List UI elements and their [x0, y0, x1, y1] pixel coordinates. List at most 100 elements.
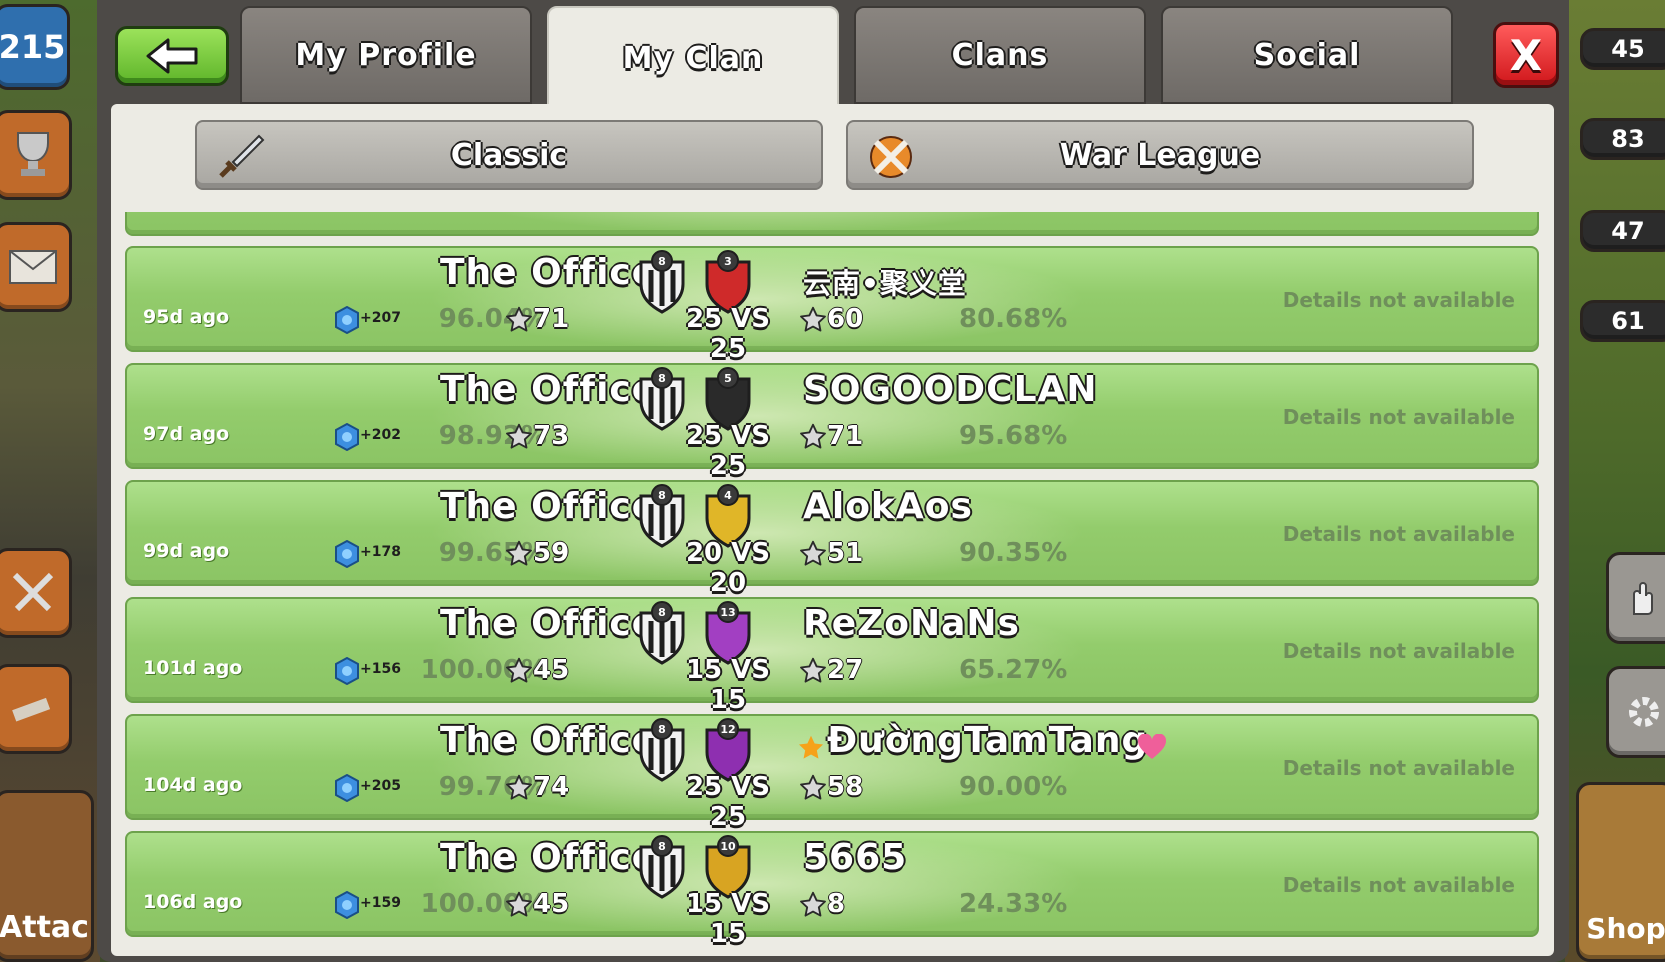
- war-age: 97d ago: [143, 423, 230, 445]
- opponent-stars: 60: [827, 304, 864, 334]
- svg-text:8: 8: [658, 372, 666, 385]
- tab-label: My Clan: [622, 40, 764, 76]
- opponent-clan-badge-icon: 10: [701, 835, 755, 899]
- close-icon: X: [1509, 30, 1543, 80]
- shop-button[interactable]: Shop: [1576, 782, 1665, 962]
- our-clan-badge-icon: 8: [635, 250, 689, 314]
- shop-label: Shop: [1586, 912, 1665, 945]
- war-size: 25 VS 25: [685, 304, 771, 364]
- trophy-count: 215: [0, 28, 66, 66]
- clan-xp-icon: [335, 891, 359, 919]
- builder-button[interactable]: [0, 664, 72, 754]
- our-clan-badge-icon: 8: [635, 601, 689, 665]
- our-clan-badge-icon: 8: [635, 367, 689, 431]
- our-clan-name: The Office: [440, 720, 658, 761]
- back-button[interactable]: [115, 26, 229, 86]
- attack-swords-button[interactable]: [0, 548, 72, 638]
- opponent-stars: 8: [827, 889, 846, 919]
- tab-my-clan[interactable]: My Clan: [547, 6, 839, 110]
- clan-xp-gained: +202: [360, 427, 401, 443]
- war-age: 95d ago: [143, 306, 230, 328]
- crossed-swords-icon: [12, 572, 54, 612]
- resource-value: 45: [1611, 35, 1645, 63]
- opponent-stars: 27: [827, 655, 864, 685]
- star-icon: [799, 657, 827, 689]
- war-size: 20 VS 20: [685, 538, 771, 598]
- mail-icon: [9, 250, 57, 284]
- war-log-list: 95d ago The Office 8 3 云南•聚义堂 25 VS 25 +…: [125, 212, 1539, 956]
- war-log-row: 99d ago The Office 8 4 AlokAos 20 VS 20 …: [125, 480, 1539, 598]
- our-clan-badge-icon: 8: [635, 484, 689, 548]
- resource-value: 47: [1611, 217, 1645, 245]
- star-icon: [505, 306, 533, 338]
- tab-label: Clans: [951, 37, 1049, 73]
- details-status: Details not available: [1282, 288, 1515, 312]
- hand-icon: [1633, 582, 1653, 615]
- svg-text:12: 12: [720, 723, 735, 736]
- cannon-icon: [12, 697, 51, 722]
- close-button[interactable]: X: [1493, 22, 1559, 88]
- svg-text:8: 8: [658, 489, 666, 502]
- settings-button[interactable]: [1606, 666, 1665, 758]
- star-icon: [799, 423, 827, 455]
- our-clan-badge-icon: 8: [635, 718, 689, 782]
- tab-social[interactable]: Social: [1161, 6, 1453, 104]
- tab-my-profile[interactable]: My Profile: [240, 6, 532, 104]
- our-clan-name: The Office: [440, 837, 658, 878]
- clan-xp-icon: [335, 423, 359, 451]
- trophy-icon: [17, 132, 49, 176]
- attack-map-button[interactable]: Attac: [0, 790, 94, 962]
- resource-value: 83: [1611, 125, 1645, 153]
- attack-label: Attac: [0, 910, 89, 945]
- opponent-stars: 58: [827, 772, 864, 802]
- trophy-button[interactable]: [0, 110, 72, 200]
- our-stars: 45: [533, 889, 570, 919]
- tab-clans[interactable]: Clans: [854, 6, 1146, 104]
- opponent-clan-badge-icon: 3: [701, 250, 755, 314]
- star-icon: [505, 423, 533, 455]
- opponent-clan-badge-icon: 12: [701, 718, 755, 782]
- our-stars: 59: [533, 538, 570, 568]
- tab-war-league[interactable]: War League: [846, 120, 1474, 190]
- clan-xp-gained: +156: [360, 661, 401, 677]
- clan-xp-icon: [335, 306, 359, 334]
- opponent-stars: 71: [827, 421, 864, 451]
- opponent-clan-badge-icon: 13: [701, 601, 755, 665]
- opponent-clan-name: AlokAos: [803, 486, 973, 527]
- star-icon: [505, 891, 533, 923]
- tab-label: My Profile: [295, 37, 477, 73]
- war-age: 99d ago: [143, 540, 230, 562]
- mail-button[interactable]: [0, 222, 72, 312]
- opponent-destruction-percent: 65.27%: [959, 655, 1068, 685]
- our-clan-name: The Office: [440, 603, 658, 644]
- resource-counter-gems: 61: [1580, 300, 1665, 342]
- war-age: 104d ago: [143, 774, 243, 796]
- star-icon: [505, 657, 533, 689]
- svg-text:8: 8: [658, 255, 666, 268]
- war-size: 25 VS 25: [685, 421, 771, 481]
- subtab-label: Classic: [450, 137, 568, 173]
- tab-classic-war[interactable]: Classic: [195, 120, 823, 190]
- details-status: Details not available: [1282, 639, 1515, 663]
- opponent-destruction-percent: 24.33%: [959, 889, 1068, 919]
- details-status: Details not available: [1282, 756, 1515, 780]
- details-status: Details not available: [1282, 405, 1515, 429]
- edit-layout-button[interactable]: [1606, 552, 1665, 644]
- war-size: 25 VS 25: [685, 772, 771, 832]
- opponent-clan-name: 云南•聚义堂: [803, 267, 967, 300]
- opponent-destruction-percent: 80.68%: [959, 304, 1068, 334]
- resource-counter-dark: 47: [1580, 210, 1665, 252]
- star-icon: [505, 774, 533, 806]
- opponent-destruction-percent: 90.35%: [959, 538, 1068, 568]
- clan-xp-gained: +205: [360, 778, 401, 794]
- opponent-destruction-percent: 90.00%: [959, 772, 1068, 802]
- star-icon: [799, 891, 827, 923]
- opponent-clan-badge-icon: 5: [701, 367, 755, 431]
- war-log-row: 101d ago The Office 8 13 ReZoNaNs 15 VS …: [125, 597, 1539, 715]
- social-window: My Profile My Clan Clans Social X Classi…: [97, 0, 1569, 962]
- war-log-row-partial: [125, 212, 1539, 236]
- our-stars: 74: [533, 772, 570, 802]
- war-age: 106d ago: [143, 891, 243, 913]
- our-clan-name: The Office: [440, 486, 658, 527]
- subtab-label: War League: [1059, 137, 1261, 173]
